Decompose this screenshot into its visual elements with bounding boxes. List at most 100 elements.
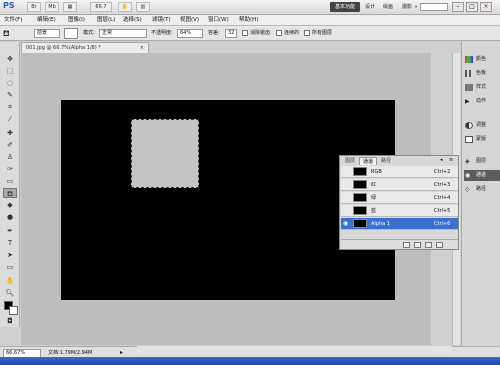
panel-collapse-icon[interactable]: ◂	[440, 157, 443, 163]
dock-layers[interactable]: ◈ 图层	[464, 156, 500, 167]
new-channel-icon[interactable]	[425, 242, 432, 248]
photoshop-logo: PS	[3, 1, 15, 10]
arrange-documents-button[interactable]: ▥	[136, 2, 150, 12]
healing-brush-tool-icon[interactable]: ✚	[3, 128, 17, 138]
visibility-eye-icon[interactable]	[343, 168, 350, 175]
channel-thumbnail	[353, 167, 367, 176]
move-tool-icon[interactable]: ✥	[3, 54, 17, 64]
color-icon	[465, 56, 473, 63]
menu-view[interactable]: 视图(V)	[180, 16, 199, 25]
zoom-level[interactable]: 66.7	[90, 2, 112, 12]
menu-edit[interactable]: 编辑(E)	[37, 16, 56, 25]
hand-tool-icon[interactable]: ✋	[3, 276, 17, 286]
opacity-input[interactable]: 64%	[177, 29, 203, 38]
delete-channel-icon[interactable]	[436, 242, 443, 248]
bridge-button[interactable]: Br	[27, 2, 41, 12]
contiguous-checkbox[interactable]	[276, 30, 282, 36]
shape-tool-icon[interactable]: ▭	[3, 262, 17, 272]
horizontal-scrollbar[interactable]	[137, 346, 452, 354]
menu-select[interactable]: 选择(S)	[123, 16, 142, 25]
menu-file[interactable]: 文件(F)	[4, 16, 22, 25]
path-selection-tool-icon[interactable]: ➤	[3, 250, 17, 260]
dock-actions[interactable]: ▶ 动作	[464, 96, 500, 107]
hand-tool-button[interactable]: ✋	[118, 2, 132, 12]
opacity-label: 不透明度:	[151, 30, 173, 36]
adjustments-icon	[465, 122, 473, 129]
search-input[interactable]	[420, 3, 448, 11]
minimize-button[interactable]: –	[452, 2, 464, 12]
paint-bucket-icon[interactable]: ⛾	[3, 28, 17, 39]
workspace-design[interactable]: 设计	[363, 2, 377, 12]
history-brush-tool-icon[interactable]: ✑	[3, 164, 17, 174]
tab-channels[interactable]: 通道	[359, 157, 378, 165]
visibility-eye-icon[interactable]	[343, 194, 350, 201]
quick-select-tool-icon[interactable]: ✎	[3, 90, 17, 100]
visibility-eye-icon[interactable]: ◉	[343, 220, 350, 227]
tolerance-input[interactable]: 32	[225, 29, 237, 38]
crop-tool-icon[interactable]: ⌗	[3, 102, 17, 112]
document-tab-title: 001.jpg @ 66.7%(Alpha 1/8) *	[26, 45, 101, 51]
pen-tool-icon[interactable]: ✒	[3, 226, 17, 236]
load-selection-icon[interactable]	[403, 242, 410, 248]
status-menu-arrow-icon[interactable]: ▸	[120, 349, 126, 357]
mode-select[interactable]: 正常	[99, 29, 147, 38]
menu-filter[interactable]: 滤镜(T)	[152, 16, 171, 25]
eyedropper-tool-icon[interactable]: ⁄	[3, 114, 17, 124]
marquee-tool-icon[interactable]: ⬚	[3, 66, 17, 76]
dock-paths[interactable]: ◇ 路径	[464, 184, 500, 195]
document-size-info: 文档:1.79M/2.94M	[48, 350, 93, 356]
channel-thumbnail	[353, 219, 367, 228]
masks-icon	[465, 136, 473, 143]
dock-color[interactable]: 颜色	[464, 54, 500, 65]
all-layers-checkbox[interactable]	[304, 30, 310, 36]
blur-tool-icon[interactable]: ◆	[3, 200, 17, 210]
visibility-eye-icon[interactable]	[343, 181, 350, 188]
dock-styles[interactable]: 样式	[464, 82, 500, 93]
eraser-tool-icon[interactable]: ▭	[3, 176, 17, 186]
visibility-eye-icon[interactable]	[343, 207, 350, 214]
menu-window[interactable]: 窗口(W)	[208, 16, 229, 25]
menu-layer[interactable]: 图层(L)	[97, 16, 115, 25]
menu-image[interactable]: 图像(I)	[68, 16, 85, 25]
view-extras-button[interactable]: ▦	[63, 2, 77, 12]
type-tool-icon[interactable]: T	[3, 238, 17, 248]
menu-bar: 文件(F) 编辑(E) 图像(I) 图层(L) 选择(S) 滤镜(T) 视图(V…	[0, 15, 500, 26]
antialias-label: 消除锯齿	[250, 30, 271, 36]
lasso-tool-icon[interactable]: ◌	[3, 78, 17, 88]
paint-bucket-tool-icon[interactable]: ⛾	[3, 188, 17, 198]
save-selection-icon[interactable]	[414, 242, 421, 248]
quick-mask-icon[interactable]: ◘	[3, 316, 17, 326]
tool-options-bar: ⛾ 前景 模式: 正常 不透明度: 64% 容差: 32 消除锯齿 连续的 所有…	[0, 26, 500, 41]
channel-row-green[interactable]: 绿 Ctrl+4	[341, 192, 458, 204]
channel-row-red[interactable]: 红 Ctrl+3	[341, 179, 458, 191]
more-workspaces[interactable]: »	[413, 2, 419, 12]
dock-adjustments[interactable]: 调整	[464, 120, 500, 131]
antialias-checkbox[interactable]	[242, 30, 248, 36]
dock-swatches[interactable]: 色板	[464, 68, 500, 79]
workspace-painting[interactable]: 绘画	[380, 2, 396, 12]
zoom-tool-icon[interactable]: 🔍︎	[3, 288, 17, 298]
menu-help[interactable]: 帮助(H)	[239, 16, 258, 25]
restore-button[interactable]: □	[466, 2, 478, 12]
background-color-swatch[interactable]	[9, 306, 18, 315]
panel-menu-icon[interactable]: ≡	[449, 157, 453, 163]
document-tab-close-icon[interactable]: ×	[140, 43, 144, 53]
brush-tool-icon[interactable]: ✐	[3, 140, 17, 150]
dodge-tool-icon[interactable]: ●	[3, 212, 17, 222]
channel-thumbnail	[353, 193, 367, 202]
channels-panel: 图层 通道 路径 ◂ ≡ RGB Ctrl+2 红 Ctrl+3 绿 Ctrl+…	[339, 155, 459, 250]
document-tab[interactable]: 001.jpg @ 66.7%(Alpha 1/8) * ×	[21, 42, 149, 53]
channel-row-blue[interactable]: 蓝 Ctrl+5	[341, 205, 458, 217]
pattern-picker[interactable]	[64, 28, 78, 39]
workspace-essentials[interactable]: 基本功能	[330, 2, 360, 12]
clone-stamp-tool-icon[interactable]: ♙	[3, 152, 17, 162]
minibridge-button[interactable]: Mb	[45, 2, 59, 12]
dock-channels[interactable]: ◉ 通道	[464, 170, 500, 181]
tab-layers[interactable]: 图层	[342, 157, 358, 165]
channel-row-rgb[interactable]: RGB Ctrl+2	[341, 166, 458, 178]
tab-paths[interactable]: 路径	[378, 157, 394, 165]
fill-source-select[interactable]: 前景	[34, 29, 60, 38]
close-button[interactable]: ×	[480, 2, 492, 12]
dock-masks[interactable]: 蒙版	[464, 134, 500, 145]
channel-row-alpha1[interactable]: ◉ Alpha 1 Ctrl+6	[341, 218, 458, 230]
